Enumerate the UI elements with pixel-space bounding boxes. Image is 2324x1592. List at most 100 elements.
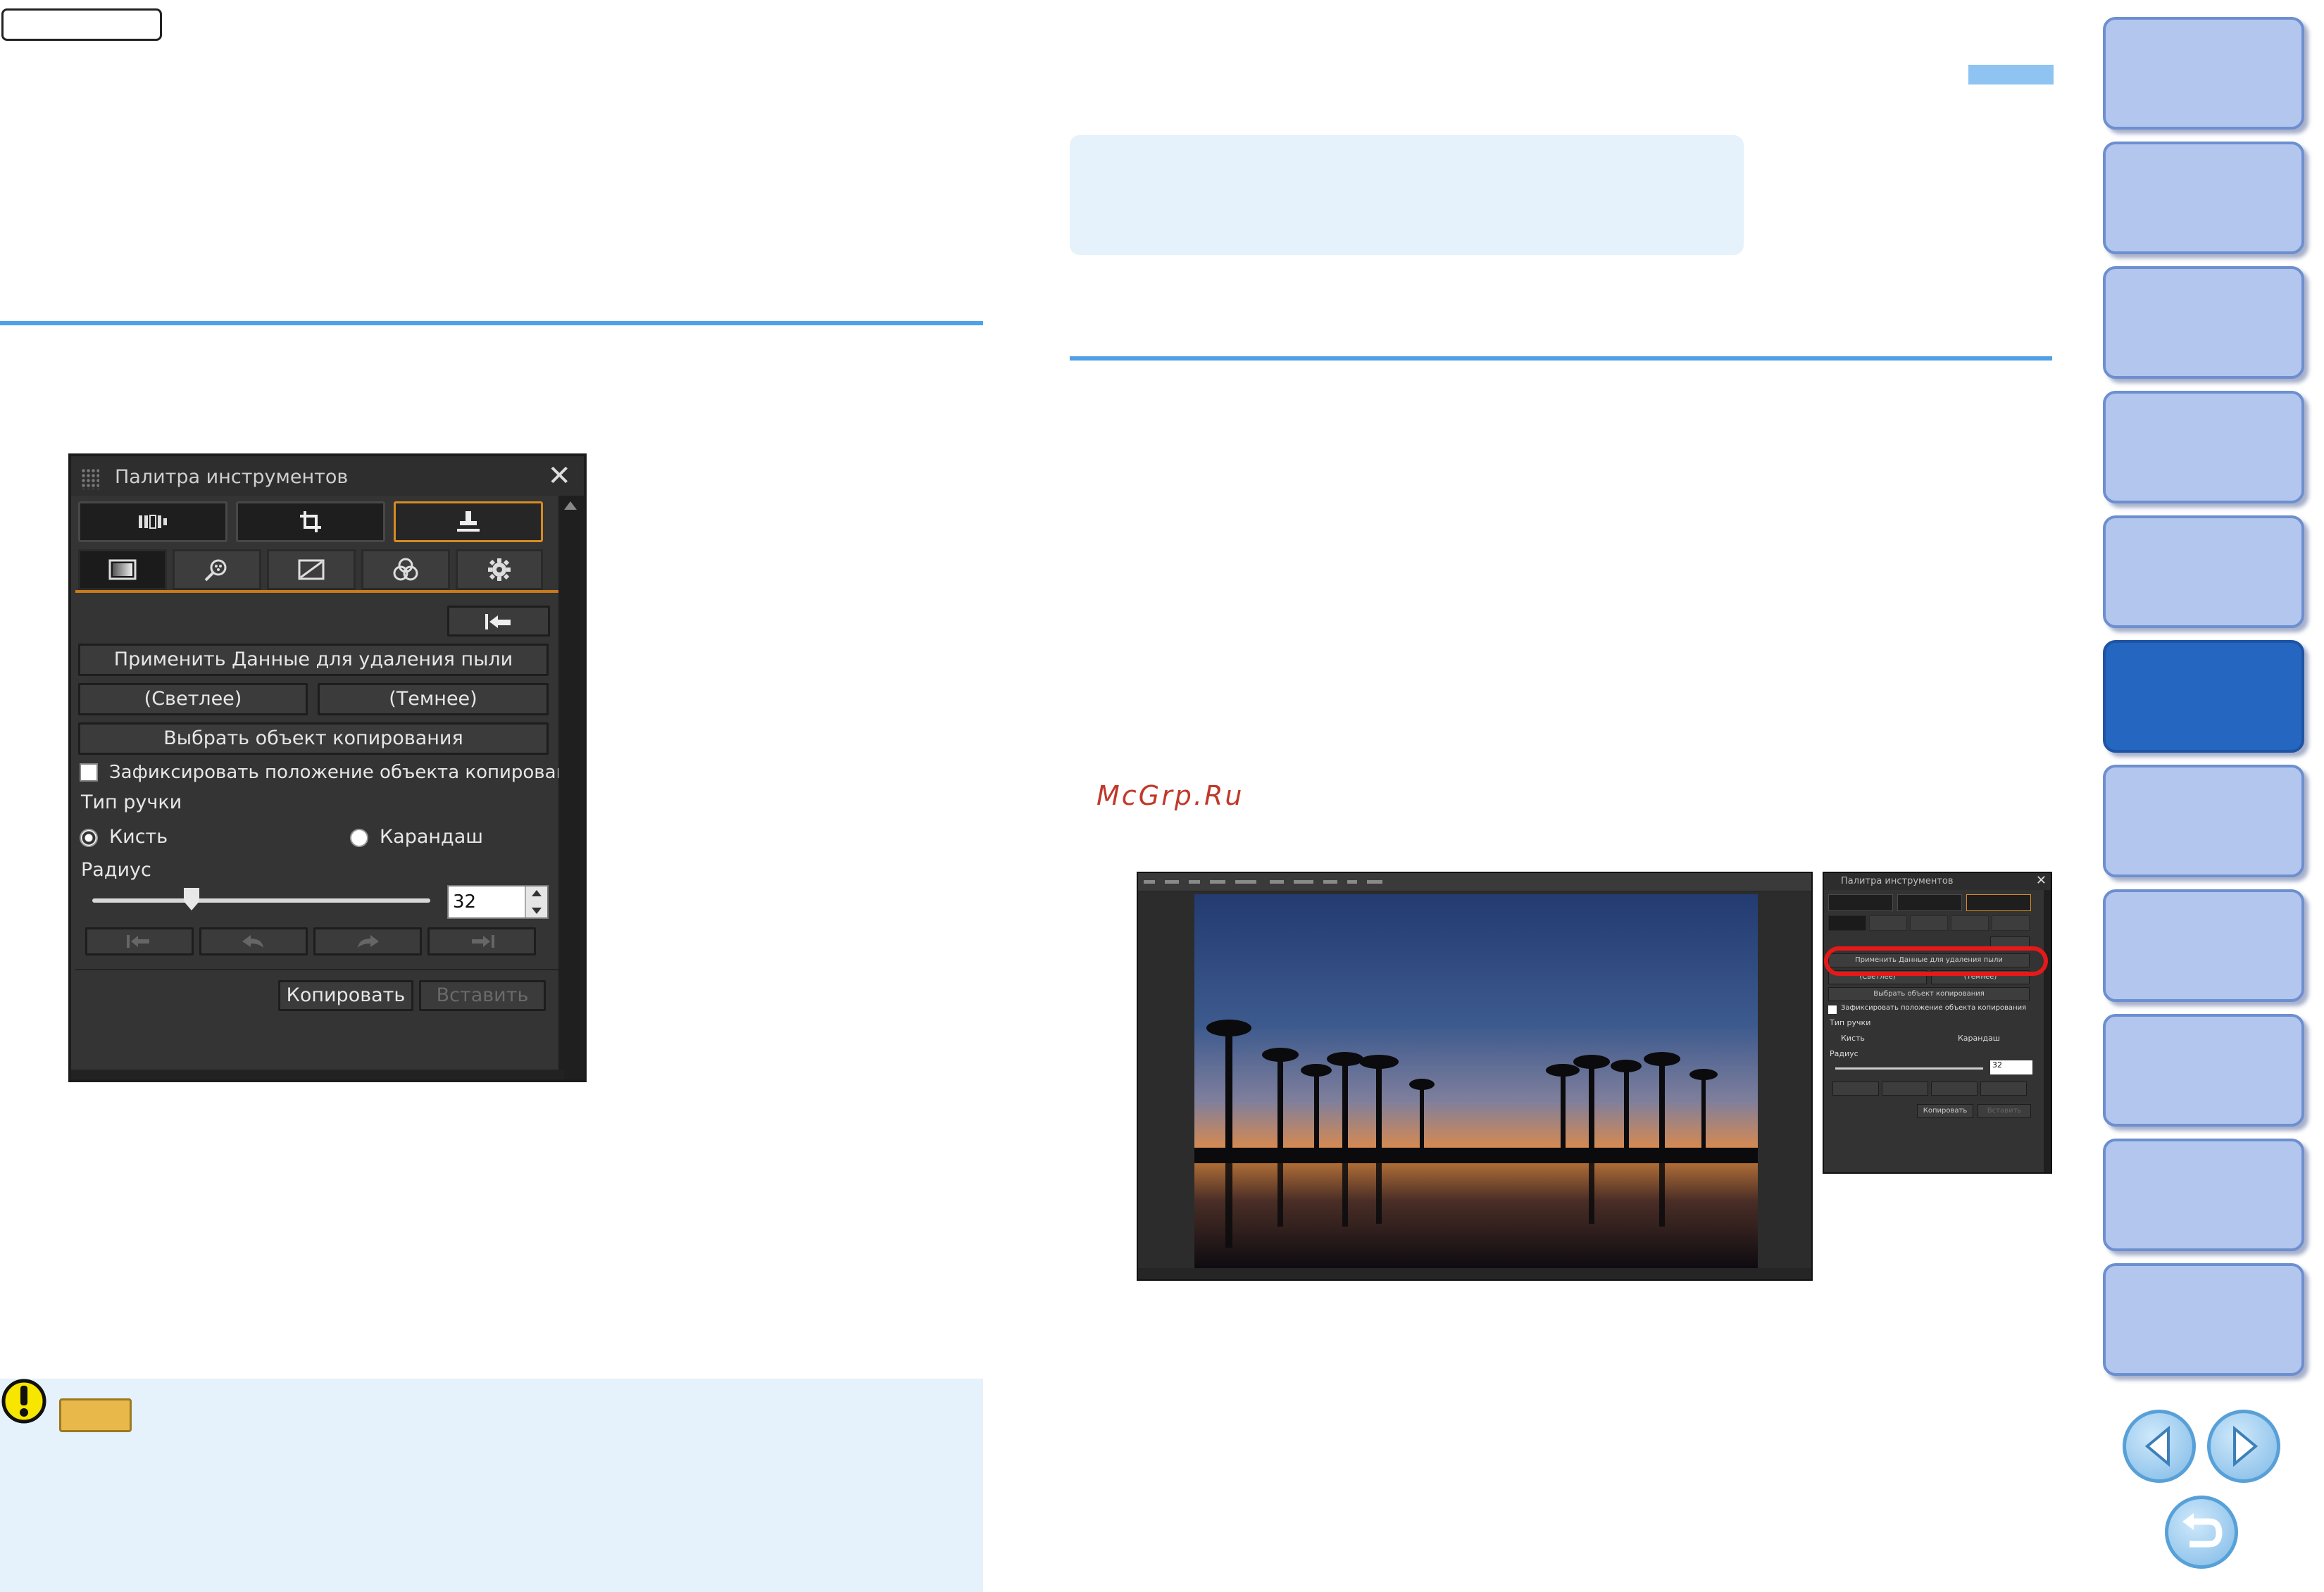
color-icon [393,558,418,581]
mini-radius-label: Радиус [1830,1049,1858,1058]
nav-tab-6-active[interactable] [2103,640,2304,753]
prev-page-button[interactable] [2123,1410,2196,1483]
curve-icon [298,559,325,580]
mini-copy-button: Копировать [1917,1104,1973,1118]
gear-icon [488,558,511,581]
mini-pencil-label: Карандаш [1958,1034,2000,1043]
return-button[interactable] [2165,1496,2238,1569]
radius-slider-track[interactable] [92,898,430,903]
paste-button[interactable]: Вставить [419,980,546,1011]
redo-icon [358,935,379,948]
highlight-ring [1824,946,2048,976]
tool-palette: Палитра инструментов ✕ Применить Данные … [68,453,587,1082]
tab-tone-adjust[interactable] [78,501,227,542]
mini-subtab-curve [1910,915,1948,931]
mini-redo-last [1980,1082,2027,1096]
close-icon[interactable]: ✕ [547,462,571,490]
radius-value[interactable]: 32 [453,891,476,913]
fix-source-label: Зафиксировать положение объекта копирова… [109,762,587,783]
crop-icon [300,511,321,532]
nav-tab-4[interactable] [2103,391,2304,503]
nav-tab-7[interactable] [2103,765,2304,877]
palette-footer [71,1070,564,1079]
nav-tab-5[interactable] [2103,515,2304,628]
pen-type-label: Тип ручки [81,791,182,813]
grip-icon[interactable] [81,468,99,489]
redo-button[interactable] [313,927,422,955]
caution-tag [59,1398,132,1432]
note-box [1070,135,1744,255]
reset-button[interactable] [447,606,550,637]
subtab-brightness[interactable] [78,549,167,590]
radius-spinbox[interactable]: 32 [447,885,549,919]
undo-all-icon [485,614,511,629]
mini-close-icon: ✕ [2035,873,2047,888]
subtab-noise[interactable] [173,549,261,590]
nav-tab-2[interactable] [2103,142,2304,254]
nav-tab-1[interactable] [2103,17,2304,130]
scroll-up-icon[interactable] [564,501,577,510]
divider [75,969,561,970]
undo-icon [242,935,263,948]
mini-redo [1931,1082,1978,1096]
subtab-curve[interactable] [267,549,356,590]
mini-paste-button: Вставить [1978,1104,2031,1118]
subtab-color[interactable] [361,549,450,590]
undo-button[interactable] [199,927,308,955]
lighter-button[interactable]: (Светлее) [78,683,308,715]
fix-source-checkbox[interactable] [80,763,98,782]
stepper-down-icon[interactable] [532,908,542,914]
mini-tab-tone [1828,894,1893,911]
caution-icon [1,1379,46,1424]
scrollbar[interactable] [558,496,584,1079]
nav-tab-9[interactable] [2103,1014,2304,1127]
next-page-button[interactable] [2207,1410,2280,1483]
mini-tool-palette: Палитра инструментов ✕ Применить Данные … [1823,872,2052,1174]
select-copy-source-button[interactable]: Выбрать объект копирования [78,722,549,755]
mini-scrollbar [2044,890,2051,1172]
redo-last-icon [472,935,494,948]
redo-last-button[interactable] [427,927,536,955]
caution-box [0,1379,983,1592]
header-tag [1,8,162,41]
mini-subtab-noise [1869,915,1907,931]
mini-tab-crop [1897,894,1962,911]
mini-subtab-color [1951,915,1989,931]
baobab-sunset-photo [1194,894,1758,1270]
undo-first-icon [127,935,149,948]
tab-stamp[interactable] [394,501,543,542]
mini-palette-titlebar: Палитра инструментов ✕ [1824,873,2051,890]
section-rule-right [1070,356,2052,361]
mini-subtab-brightness [1828,915,1866,931]
section-marker [1968,65,2054,84]
copy-button[interactable]: Копировать [278,980,413,1011]
arrow-left-icon [2144,1425,2170,1467]
radio-pencil[interactable] [350,829,368,847]
undo-first-button[interactable] [85,927,194,955]
section-rule-left [0,321,983,325]
tab-underline [75,590,560,593]
apply-dust-delete-data-button[interactable]: Применить Данные для удаления пыли [78,644,549,676]
nav-tab-3[interactable] [2103,266,2304,379]
radius-slider-thumb[interactable] [184,888,199,910]
noise-icon [204,559,227,582]
thumbnail-menubar [1138,873,1811,891]
mini-subtab-settings [1992,915,2030,931]
tab-crop[interactable] [236,501,385,542]
brightness-icon [108,559,137,580]
nav-tab-11[interactable] [2103,1263,2304,1376]
radio-brush[interactable] [80,829,98,847]
mini-checkbox [1828,1005,1837,1014]
darker-button[interactable]: (Темнее) [318,683,549,715]
watermark: McGrp.Ru [1097,780,1244,811]
mini-tab-stamp [1966,894,2031,911]
stepper-up-icon[interactable] [532,890,542,896]
arrow-right-icon [2233,1425,2259,1467]
stamp-icon [457,511,480,532]
palette-titlebar[interactable]: Палитра инструментов ✕ [71,456,584,496]
radius-stepper[interactable] [525,886,547,917]
subtab-settings[interactable] [456,549,543,590]
nav-tab-10[interactable] [2103,1139,2304,1251]
mini-radius-slider [1835,1067,1983,1070]
nav-tab-8[interactable] [2103,889,2304,1002]
